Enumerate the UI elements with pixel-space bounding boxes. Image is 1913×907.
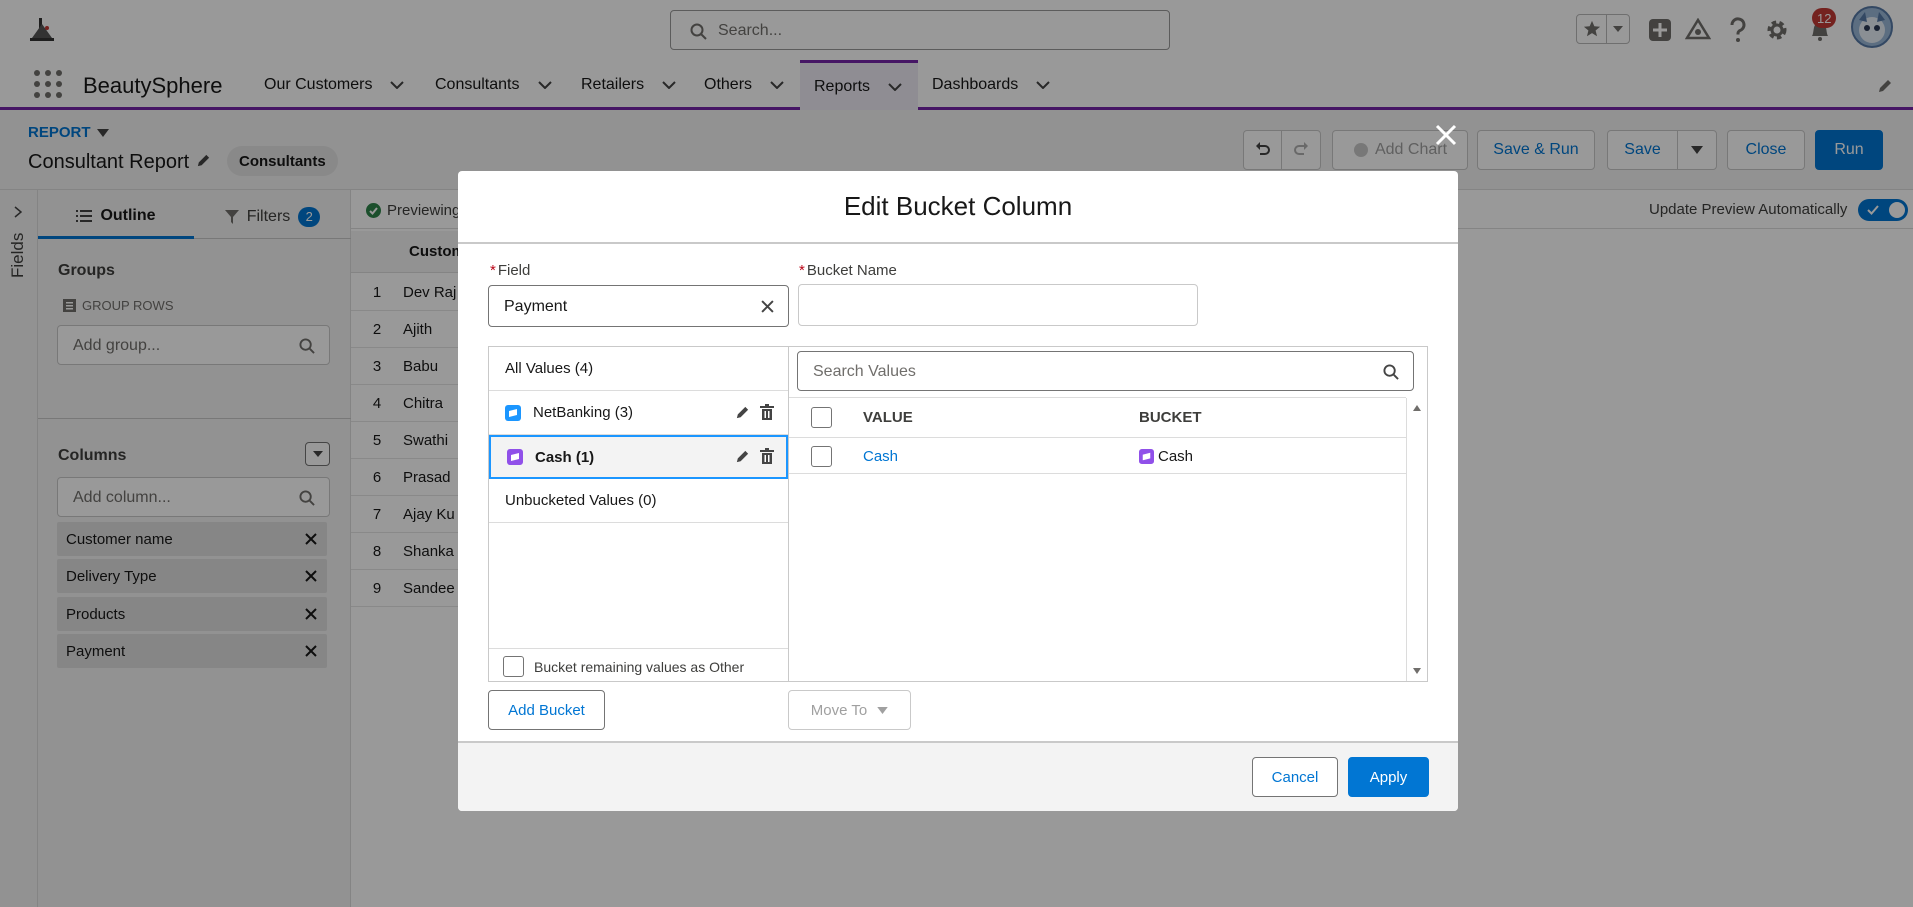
all-values-item[interactable]: All Values (4)	[489, 347, 788, 391]
field-label-text: Field	[497, 262, 531, 279]
values-scrollbar[interactable]	[1406, 398, 1426, 681]
field-input[interactable]: Payment	[488, 285, 789, 327]
bucket-item-label: Cash (1)	[535, 448, 595, 466]
edit-pencil-icon[interactable]	[735, 449, 750, 464]
edit-pencil-icon[interactable]	[735, 405, 750, 420]
bucket-item-netbanking[interactable]: NetBanking (3)	[489, 391, 788, 435]
divider	[489, 648, 788, 649]
unbucketed-values-item[interactable]: Unbucketed Values (0)	[489, 479, 788, 523]
bucket-name-label: * Bucket Name	[799, 262, 897, 279]
field-label: * Field	[490, 262, 531, 279]
bucket-name-input[interactable]	[798, 284, 1198, 326]
search-values-input[interactable]: Search Values	[797, 351, 1414, 391]
delete-icon[interactable]	[760, 404, 774, 420]
bucket-name-label-text: Bucket Name	[806, 262, 897, 279]
value-cell[interactable]: Cash	[863, 448, 898, 465]
search-icon	[1383, 364, 1399, 380]
scroll-up-icon[interactable]	[1413, 405, 1421, 411]
remaining-other-label: Bucket remaining values as Other	[534, 658, 745, 675]
bucket-column-header[interactable]: BUCKET	[1139, 409, 1202, 426]
scroll-down-icon[interactable]	[1413, 668, 1421, 674]
bucket-icon	[1139, 448, 1154, 464]
clear-icon[interactable]	[761, 300, 774, 313]
bucket-item-label: NetBanking (3)	[533, 404, 634, 421]
value-row-checkbox[interactable]	[811, 445, 832, 467]
value-column-header[interactable]: VALUE	[863, 409, 913, 426]
move-to-button[interactable]: Move To	[788, 690, 911, 730]
modal-footer: Cancel Apply	[458, 741, 1458, 811]
select-all-checkbox[interactable]	[811, 407, 832, 428]
modal-title: Edit Bucket Column	[458, 171, 1458, 244]
field-input-value: Payment	[504, 298, 568, 315]
delete-icon[interactable]	[760, 448, 774, 464]
value-row: Cash Cash	[789, 439, 1406, 474]
bucket-cell: Cash	[1139, 448, 1193, 465]
bucket-list: All Values (4) NetBanking (3) Cash (1) U…	[488, 346, 789, 682]
chevron-down-icon	[877, 706, 888, 714]
apply-button[interactable]: Apply	[1348, 757, 1429, 797]
remaining-other-option[interactable]: Bucket remaining values as Other	[503, 656, 744, 677]
edit-bucket-column-modal: Edit Bucket Column * Field Payment * Bucke…	[458, 171, 1458, 811]
values-panel: Search Values VALUE BUCKET Cash Cash	[789, 346, 1428, 682]
close-icon[interactable]	[1434, 123, 1458, 147]
move-to-label: Move To	[810, 701, 868, 719]
bucket-icon	[505, 404, 521, 421]
remaining-other-checkbox[interactable]	[503, 656, 524, 677]
add-bucket-button[interactable]: Add Bucket	[488, 690, 605, 730]
cancel-button[interactable]: Cancel	[1252, 757, 1338, 797]
bucket-item-cash[interactable]: Cash (1)	[489, 435, 788, 479]
bucket-cell-label: Cash	[1158, 447, 1194, 465]
search-values-placeholder: Search Values	[813, 363, 916, 380]
values-table-header: VALUE BUCKET	[789, 398, 1406, 438]
bucket-icon	[507, 449, 523, 465]
